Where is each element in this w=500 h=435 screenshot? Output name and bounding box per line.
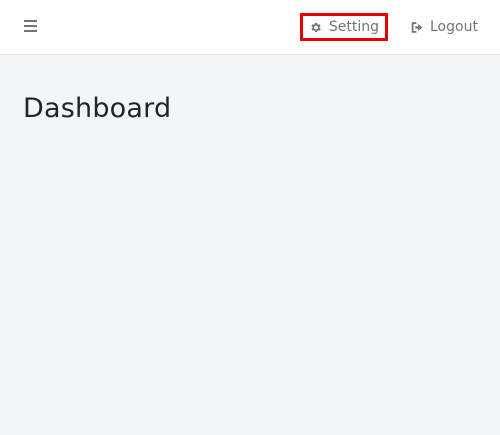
hamburger-line — [24, 25, 37, 27]
sign-out-icon — [410, 20, 424, 34]
top-navbar: Setting Logout — [0, 0, 500, 55]
hamburger-line — [24, 20, 37, 22]
gear-icon — [309, 20, 323, 34]
setting-link[interactable]: Setting — [300, 13, 388, 41]
logout-label: Logout — [430, 19, 478, 35]
hamburger-line — [24, 30, 37, 32]
hamburger-icon[interactable] — [24, 20, 37, 33]
setting-label: Setting — [328, 19, 380, 35]
logout-link[interactable]: Logout — [410, 17, 478, 37]
main-content: Dashboard — [0, 55, 500, 435]
page-title: Dashboard — [23, 93, 172, 124]
